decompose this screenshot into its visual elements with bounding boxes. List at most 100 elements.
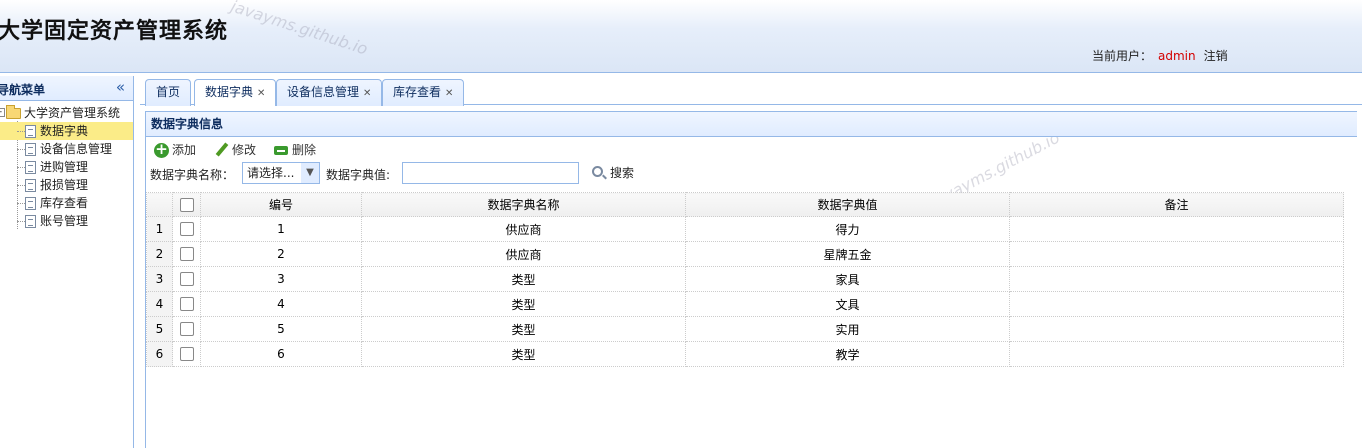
cell-name: 供应商 <box>361 241 686 267</box>
row-number: 1 <box>146 216 173 242</box>
search-button[interactable]: 搜索 <box>590 164 634 182</box>
tab-label: 库存查看 <box>393 85 442 99</box>
sidebar-item-accounts[interactable]: 账号管理 <box>0 212 133 230</box>
dict-value-label: 数据字典值: <box>326 168 391 182</box>
tab-label: 设备信息管理 <box>287 85 360 99</box>
tab-home[interactable]: 首页 <box>145 79 192 106</box>
cell-name: 类型 <box>361 341 686 367</box>
sidebar-item-inventory[interactable]: 库存查看 <box>0 194 133 212</box>
user-info: 当前用户： admin 注销 <box>1092 47 1228 64</box>
sidebar-item-data-dictionary[interactable]: 数据字典 <box>0 122 133 140</box>
tree-root[interactable]: - 大学资产管理系统 <box>0 104 133 122</box>
collapse-icon[interactable]: « <box>116 78 125 96</box>
file-icon <box>25 197 36 210</box>
row-number: 2 <box>146 241 173 267</box>
table-row[interactable]: 4 4 类型 文具 <box>146 291 1344 317</box>
sidebar: 导航菜单 « - 大学资产管理系统 数据字典 设备信息管理 进购管理 报损管理 … <box>0 76 134 448</box>
cell-id: 2 <box>200 241 362 267</box>
pencil-icon <box>214 143 229 158</box>
cell-id: 4 <box>200 291 362 317</box>
cell-value: 家具 <box>685 266 1010 292</box>
cell-name: 供应商 <box>361 216 686 242</box>
row-checkbox[interactable] <box>179 272 194 287</box>
sidebar-item-label: 数据字典 <box>40 124 89 138</box>
cell-id: 3 <box>200 266 362 292</box>
sidebar-item-damage[interactable]: 报损管理 <box>0 176 133 194</box>
select-all-checkbox[interactable] <box>179 197 194 212</box>
app-title: 大学固定资产管理系统 <box>0 19 229 44</box>
row-checkbox[interactable] <box>179 322 194 337</box>
dictionary-table: 编号 数据字典名称 数据字典值 备注 1 1 供应商 得力 2 2 供应商 星牌… <box>146 192 1344 367</box>
cell-id: 5 <box>200 316 362 342</box>
tab-bar: 首页 数据字典 ✕ 设备信息管理 ✕ 库存查看 ✕ <box>140 76 1362 106</box>
cell-value: 实用 <box>685 316 1010 342</box>
delete-icon <box>274 143 289 158</box>
table-header-row: 编号 数据字典名称 数据字典值 备注 <box>146 192 1344 217</box>
row-number: 5 <box>146 316 173 342</box>
sidebar-header: 导航菜单 « <box>0 76 133 101</box>
row-number: 3 <box>146 266 173 292</box>
file-icon <box>25 143 36 156</box>
cell-remark <box>1009 341 1344 367</box>
row-checkbox[interactable] <box>179 347 194 362</box>
column-header-remark[interactable]: 备注 <box>1009 192 1344 217</box>
close-icon[interactable]: ✕ <box>445 88 453 99</box>
cell-remark <box>1009 291 1344 317</box>
search-icon <box>592 166 603 177</box>
tab-label: 首页 <box>156 85 181 99</box>
row-number: 4 <box>146 291 173 317</box>
row-checkbox[interactable] <box>179 222 194 237</box>
cell-remark <box>1009 216 1344 242</box>
nav-tree: - 大学资产管理系统 数据字典 设备信息管理 进购管理 报损管理 库存查看 账号… <box>0 101 133 230</box>
table-row[interactable]: 6 6 类型 教学 <box>146 341 1344 367</box>
column-header-id[interactable]: 编号 <box>200 192 362 217</box>
table-row[interactable]: 2 2 供应商 星牌五金 <box>146 241 1344 267</box>
column-header-value[interactable]: 数据字典值 <box>685 192 1010 217</box>
rownum-header <box>146 192 173 217</box>
sidebar-item-purchase[interactable]: 进购管理 <box>0 158 133 176</box>
sidebar-item-label: 进购管理 <box>40 160 89 174</box>
tab-data-dictionary[interactable]: 数据字典 ✕ <box>194 79 277 106</box>
close-icon[interactable]: ✕ <box>257 88 265 99</box>
sidebar-item-equipment[interactable]: 设备信息管理 <box>0 140 133 158</box>
delete-button[interactable]: 删除 <box>272 141 316 159</box>
cell-id: 1 <box>200 216 362 242</box>
close-icon[interactable]: ✕ <box>363 88 371 99</box>
file-icon <box>25 179 36 192</box>
cell-value: 教学 <box>685 341 1010 367</box>
table-row[interactable]: 5 5 类型 实用 <box>146 316 1344 342</box>
row-checkbox[interactable] <box>179 247 194 262</box>
cell-value: 得力 <box>685 216 1010 242</box>
sidebar-title: 导航菜单 <box>0 83 46 97</box>
cell-value: 文具 <box>685 291 1010 317</box>
main-content: 首页 数据字典✕ 设备信息管理✕ 库存查看✕ 数据字典信息 添加 修改 删除 <box>140 76 1362 448</box>
tree-root-label: 大学资产管理系统 <box>24 106 121 120</box>
cell-remark <box>1009 241 1344 267</box>
toolbar: 添加 修改 删除 <box>146 137 1357 161</box>
chevron-down-icon[interactable]: ▼ <box>301 163 319 183</box>
dict-name-select[interactable]: 请选择... ▼ <box>242 162 320 184</box>
delete-label: 删除 <box>292 143 317 157</box>
tab-equipment[interactable]: 设备信息管理 ✕ <box>276 79 383 106</box>
folder-icon <box>6 105 21 119</box>
table-row[interactable]: 3 3 类型 家具 <box>146 266 1344 292</box>
sidebar-item-label: 报损管理 <box>40 178 89 192</box>
row-checkbox[interactable] <box>179 297 194 312</box>
row-number: 6 <box>146 341 173 367</box>
table-row[interactable]: 1 1 供应商 得力 <box>146 216 1344 242</box>
logout-link[interactable]: 注销 <box>1204 49 1228 63</box>
column-header-name[interactable]: 数据字典名称 <box>361 192 686 217</box>
cell-name: 类型 <box>361 266 686 292</box>
collapse-node-icon[interactable]: - <box>0 108 5 117</box>
tab-inventory[interactable]: 库存查看 ✕ <box>382 79 465 106</box>
add-icon <box>154 140 169 158</box>
add-button[interactable]: 添加 <box>152 140 196 159</box>
dict-value-input[interactable] <box>402 162 579 184</box>
current-user-label: 当前用户： <box>1092 49 1153 63</box>
dict-name-label: 数据字典名称： <box>150 168 235 182</box>
edit-button[interactable]: 修改 <box>212 141 256 159</box>
cell-name: 类型 <box>361 316 686 342</box>
file-icon <box>25 215 36 228</box>
sidebar-item-label: 设备信息管理 <box>40 142 113 156</box>
cell-value: 星牌五金 <box>685 241 1010 267</box>
